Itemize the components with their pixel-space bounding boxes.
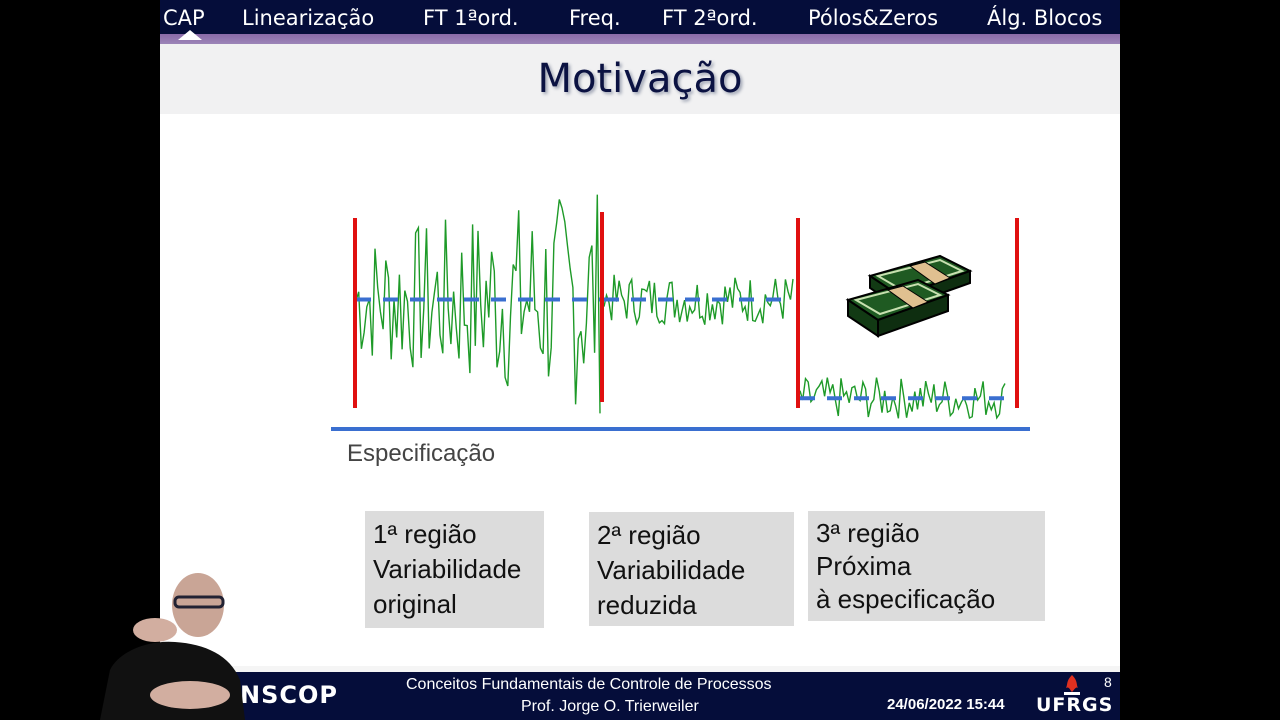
page-number: 8: [1104, 674, 1112, 690]
region-3-line-3: à especificação: [816, 584, 996, 614]
ufrgs-logo: UFRGS: [1036, 694, 1114, 716]
datetime: 24/06/2022 15:44: [887, 696, 1005, 713]
region-box-1: 1ª região Variabilidade original: [365, 511, 544, 628]
region-1-line-3: original: [373, 589, 457, 619]
footer-top-border: [160, 666, 1120, 672]
specification-label: Especificação: [347, 440, 496, 467]
variability-diagram: [331, 194, 1030, 431]
professor-name: Prof. Jorge O. Trierweiler: [521, 698, 699, 715]
region-2-title: 2ª região: [597, 520, 701, 550]
course-title: Conceitos Fundamentais de Controle de Pr…: [406, 676, 772, 693]
slide: CAP Linearização FT 1ªord. Freq. FT 2ªor…: [160, 0, 1120, 720]
presenter-head: [172, 573, 224, 637]
region-box-3: 3ª região Próxima à especificação: [808, 511, 1045, 621]
ufrgs-flame-icon: [1064, 675, 1080, 695]
region-3-line-2: Próxima: [816, 551, 912, 581]
region-1-title: 1ª região: [373, 519, 477, 549]
region-box-2: 2ª região Variabilidade reduzida: [589, 512, 794, 626]
region-2-line-3: reduzida: [597, 590, 697, 620]
money-stack-icon: [845, 254, 973, 338]
presenter-webcam: [100, 573, 245, 720]
signal-region-1: [355, 194, 601, 414]
footer: NSCOP Conceitos Fundamentais de Controle…: [160, 666, 1120, 720]
region-1-line-2: Variabilidade: [373, 554, 522, 584]
region-3-title: 3ª região: [816, 518, 920, 548]
region-2-line-2: Variabilidade: [597, 555, 746, 585]
nscop-logo: NSCOP: [240, 681, 338, 709]
